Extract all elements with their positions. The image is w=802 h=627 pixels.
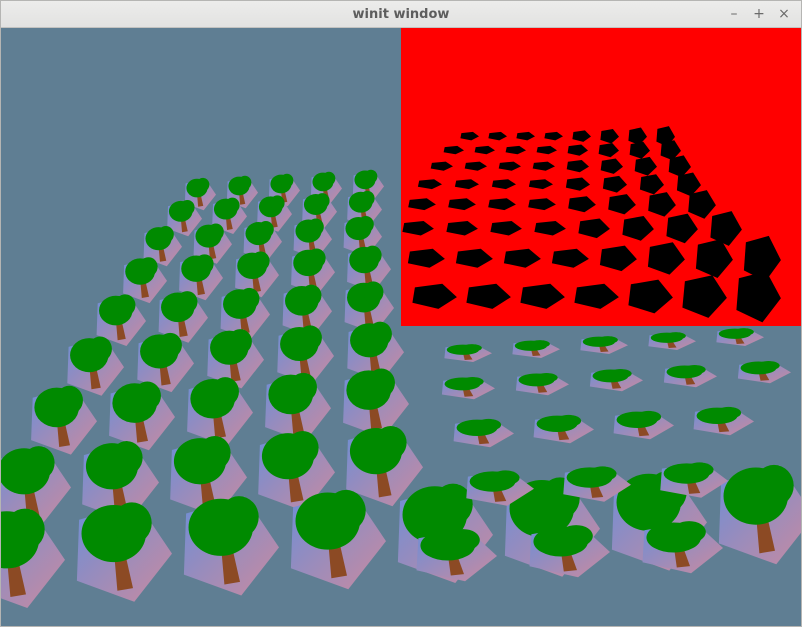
tree-foliage (326, 489, 366, 532)
tree-foliage (362, 281, 384, 303)
tree-foliage (446, 529, 480, 551)
tree-foliage (157, 226, 174, 243)
tree-foliage (228, 329, 252, 354)
tree-foliage (280, 173, 294, 188)
tree-foliage (685, 462, 714, 478)
tree-foliage (530, 340, 550, 348)
tree-foliage (196, 177, 210, 192)
tree-foliage (286, 430, 319, 465)
close-button[interactable]: × (775, 5, 793, 23)
tree-foliage (55, 385, 83, 415)
tree-foliage (110, 441, 143, 475)
tree-foliage (180, 199, 195, 216)
tree-foliage (672, 521, 706, 543)
tree-foliage (666, 332, 686, 340)
tree-foliage (367, 368, 395, 398)
tree-foliage (363, 245, 382, 265)
minimize-button[interactable]: – (725, 5, 743, 23)
tree-foliage (754, 464, 794, 507)
tree-foliage (368, 321, 392, 347)
tree-foliage (598, 336, 618, 344)
tree-foliage (195, 254, 214, 274)
tree-foliage (176, 291, 198, 313)
scene-canvas (1, 28, 801, 626)
maximize-button[interactable]: + (750, 5, 768, 23)
tree-foliage (757, 360, 780, 371)
tree-foliage (198, 436, 231, 470)
tree-foliage (211, 377, 239, 406)
title-bar[interactable]: winit window – + × (1, 1, 801, 28)
tree-foliage (556, 414, 582, 427)
tree-foliage (374, 425, 407, 460)
tree-foliage (559, 525, 593, 547)
tree-foliage (5, 508, 45, 551)
depth-texture-inset (401, 28, 801, 326)
tree-foliage (238, 175, 252, 190)
tree-foliage (133, 381, 161, 411)
tree-foliage (315, 193, 330, 209)
tree-foliage (360, 190, 375, 207)
tree-foliage (609, 368, 632, 379)
tree-foliage (734, 328, 754, 336)
tree-foliage (462, 344, 482, 352)
tree-foliage (476, 418, 502, 431)
tree-foliage (364, 169, 378, 184)
tree-foliage (257, 221, 274, 238)
window-title: winit window (352, 7, 450, 22)
tree-foliage (88, 336, 112, 362)
tree-foliage (112, 502, 152, 544)
tree-foliage (300, 284, 322, 307)
tree-foliage (114, 294, 136, 316)
tree-foliage (270, 195, 285, 211)
tree-foliage (289, 372, 317, 402)
tree-foliage (22, 446, 55, 480)
tree-foliage (139, 257, 158, 277)
tree-foliage (491, 470, 520, 486)
tree-foliage (433, 483, 473, 526)
tree-foliage (636, 410, 662, 423)
tree-foliage (238, 287, 260, 310)
tree-foliage (251, 251, 270, 271)
tree-foliage (357, 215, 374, 233)
tree-foliage (158, 332, 182, 358)
tree-foliage (307, 218, 324, 236)
tree-foliage (307, 248, 326, 268)
tree-foliage (207, 223, 224, 241)
tree-foliage (298, 325, 322, 351)
tree-foliage (683, 364, 706, 375)
tree-foliage (225, 197, 240, 213)
tree-foliage (535, 372, 558, 383)
tree-foliage (219, 496, 259, 538)
tree-foliage (588, 466, 617, 482)
tree-foliage (322, 171, 336, 186)
tree-foliage (716, 406, 742, 419)
render-viewport[interactable] (1, 28, 801, 626)
tree-foliage (461, 376, 484, 387)
app-window: winit window – + × (0, 0, 802, 627)
